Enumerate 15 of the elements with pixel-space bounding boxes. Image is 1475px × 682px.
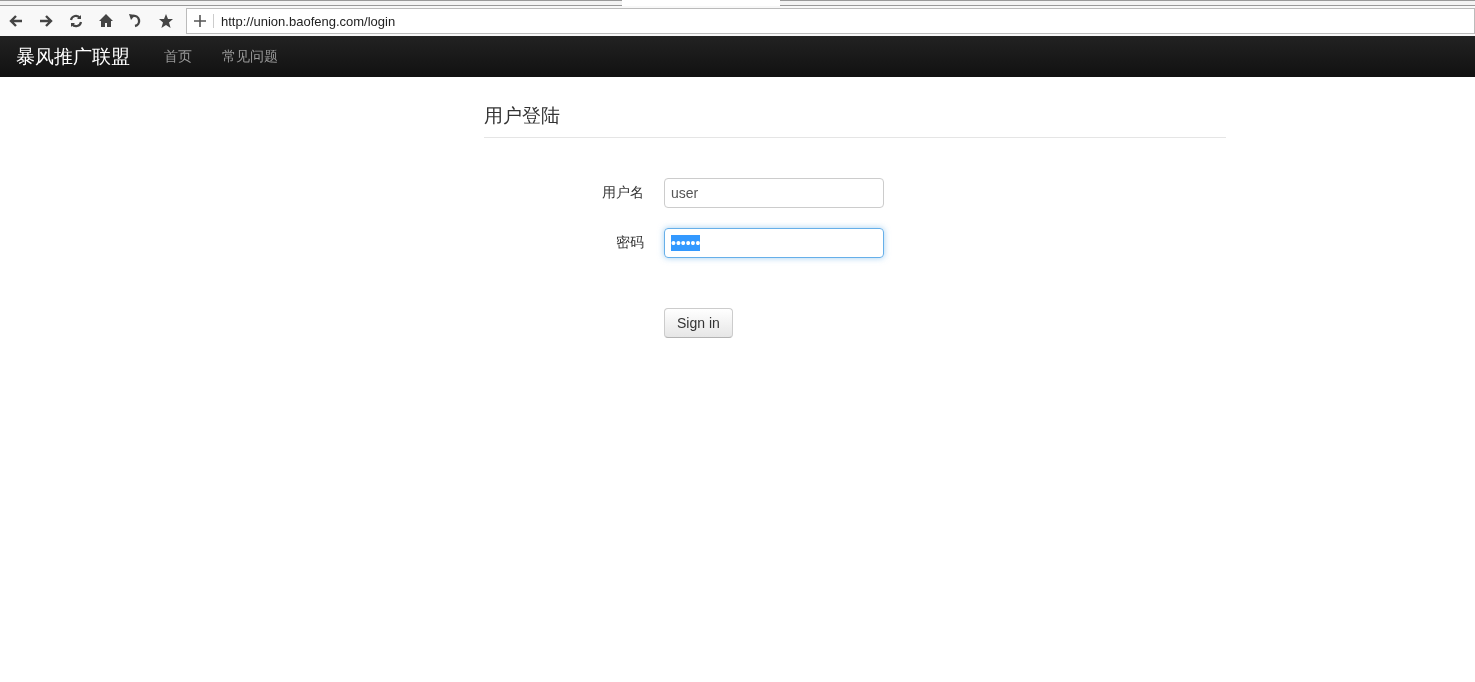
brand-link[interactable]: 暴风推广联盟 — [16, 43, 130, 70]
field-label: 密码 — [615, 234, 644, 252]
star-icon[interactable] — [158, 13, 174, 29]
nav-link[interactable]: 首页 — [164, 47, 192, 66]
back-arrow-icon[interactable] — [8, 13, 24, 29]
nav-link[interactable]: 常见问题 — [222, 47, 278, 66]
forward-arrow-icon[interactable] — [38, 13, 54, 29]
url-text: http://union.baofeng.com/login — [220, 13, 396, 29]
address-bar[interactable]: http://union.baofeng.com/login — [186, 8, 1475, 34]
sign-in-button[interactable]: Sign in — [664, 308, 733, 338]
reload-icon[interactable] — [68, 13, 84, 29]
field-label: 用户名 — [601, 184, 644, 202]
input-field[interactable]: user — [664, 178, 884, 208]
home-icon[interactable] — [98, 13, 114, 29]
page-heading: 用户登陆 — [484, 77, 1226, 138]
